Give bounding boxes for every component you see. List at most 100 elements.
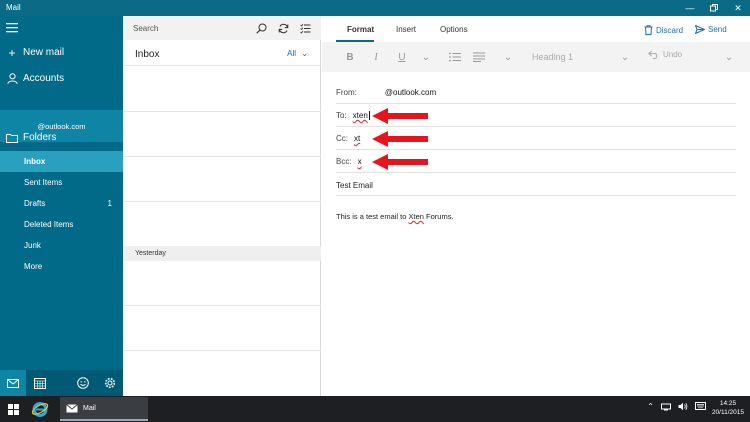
smiley-icon xyxy=(77,377,89,389)
body-misspelled-word: Xten xyxy=(408,212,424,221)
folder-label: Junk xyxy=(24,241,41,250)
sidebar-bottom-bar xyxy=(0,370,123,396)
body-text-end: Forums. xyxy=(423,212,454,221)
trash-icon xyxy=(644,25,653,35)
volume-icon[interactable] xyxy=(678,402,688,413)
heading-style-label: Heading 1 xyxy=(532,52,574,62)
settings-button[interactable] xyxy=(97,370,123,396)
paragraph-dropdown[interactable]: ⌄ xyxy=(501,50,515,64)
send-label: Send xyxy=(708,25,727,34)
folder-deleted-items[interactable]: Deleted Items xyxy=(0,214,123,235)
internet-explorer-button[interactable] xyxy=(26,396,54,422)
text-format-dropdown[interactable]: ⌄ xyxy=(419,50,433,64)
subject-field[interactable]: Test Email xyxy=(336,176,736,196)
from-label: From: xyxy=(336,88,357,97)
bold-icon: B xyxy=(346,51,354,63)
chevron-down-icon: ⌄ xyxy=(503,51,513,63)
subject-input[interactable]: Test Email xyxy=(336,181,373,190)
bcc-input[interactable]: x xyxy=(358,157,362,166)
underline-button[interactable]: U xyxy=(395,50,409,64)
hamburger-button[interactable] xyxy=(0,18,123,38)
tab-options[interactable]: Options xyxy=(440,25,468,34)
folder-more[interactable]: More xyxy=(0,256,123,277)
folder-icon xyxy=(1,133,23,143)
message-list-pane: Search Inbox All ⌄ Yesterday xyxy=(123,16,321,396)
search-bar[interactable]: Search xyxy=(123,16,321,40)
list-item[interactable] xyxy=(123,66,321,111)
ribbon-tabs: Format Insert Options Discard Send xyxy=(322,16,750,42)
taskbar: Mail ⌃ 14:25 20/11/2015 xyxy=(0,396,750,422)
undo-dropdown[interactable]: ⌄ xyxy=(722,50,736,64)
folder-inbox[interactable]: Inbox xyxy=(0,151,123,172)
paragraph-icon xyxy=(473,52,485,62)
style-dropdown[interactable]: ⌄ xyxy=(618,50,632,64)
undo-button[interactable]: Undo xyxy=(648,50,682,59)
search-input[interactable]: Search xyxy=(133,24,158,33)
hamburger-icon xyxy=(6,23,18,33)
close-button[interactable]: ✕ xyxy=(726,0,750,16)
undo-label: Undo xyxy=(663,50,683,59)
select-mode-button[interactable] xyxy=(297,20,313,36)
annotation-arrow-to xyxy=(372,108,428,124)
accounts-button[interactable]: Accounts xyxy=(0,68,123,89)
sync-button[interactable] xyxy=(275,20,291,36)
paragraph-button[interactable] xyxy=(472,50,486,64)
gear-icon xyxy=(104,377,116,389)
calendar-icon xyxy=(34,377,46,389)
folder-label: Deleted Items xyxy=(24,220,74,229)
list-item[interactable] xyxy=(123,351,321,396)
search-button[interactable] xyxy=(253,20,269,36)
send-icon xyxy=(695,25,705,34)
accounts-label: Accounts xyxy=(23,73,65,84)
folder-junk[interactable]: Junk xyxy=(0,235,123,256)
sync-icon xyxy=(278,23,288,33)
feedback-button[interactable] xyxy=(70,370,96,396)
list-item[interactable] xyxy=(123,306,321,350)
list-item[interactable] xyxy=(123,157,321,201)
list-item[interactable] xyxy=(123,261,321,305)
maximize-button[interactable] xyxy=(702,0,726,16)
annotation-arrow-bcc xyxy=(372,154,428,170)
folder-drafts[interactable]: Drafts 1 xyxy=(0,193,123,214)
taskbar-mail-app[interactable]: Mail xyxy=(60,397,148,421)
keyboard-icon[interactable] xyxy=(695,402,706,413)
minimize-button[interactable]: — xyxy=(678,0,702,16)
from-field[interactable]: From: @outlook.com xyxy=(336,82,736,104)
bold-button[interactable]: B xyxy=(343,50,357,64)
cc-label: Cc: xyxy=(336,134,348,143)
mail-icon xyxy=(66,403,78,412)
folder-sent-items[interactable]: Sent Items xyxy=(0,172,123,193)
list-item[interactable] xyxy=(123,112,321,156)
mail-icon xyxy=(7,378,19,388)
list-item[interactable] xyxy=(123,202,321,246)
filter-dropdown[interactable]: All ⌄ xyxy=(287,49,308,58)
italic-button[interactable]: I xyxy=(369,50,383,64)
text-caret xyxy=(368,111,370,120)
start-button[interactable] xyxy=(0,396,26,422)
discard-button[interactable]: Discard xyxy=(644,25,683,35)
send-button[interactable]: Send xyxy=(695,25,727,34)
folder-label: More xyxy=(24,262,43,271)
new-mail-button[interactable]: + New mail xyxy=(0,42,123,63)
cc-input[interactable]: xt xyxy=(354,134,360,143)
to-label: To: xyxy=(336,111,347,120)
to-input[interactable]: xten xyxy=(353,111,368,120)
chevron-up-icon[interactable]: ⌃ xyxy=(647,402,654,413)
tab-format[interactable]: Format xyxy=(347,25,374,34)
mail-switch-button[interactable] xyxy=(0,370,26,396)
message-body[interactable]: This is a test email to Xten Forums. xyxy=(336,212,454,221)
body-text-start: This is a test email to xyxy=(336,212,409,221)
calendar-switch-button[interactable] xyxy=(27,370,53,396)
clock[interactable]: 14:25 20/11/2015 xyxy=(712,399,744,417)
system-tray: ⌃ xyxy=(647,402,706,413)
heading-style-select[interactable]: Heading 1 xyxy=(530,47,600,67)
internet-explorer-icon xyxy=(31,402,49,417)
bullets-button[interactable] xyxy=(448,50,462,64)
tab-insert[interactable]: Insert xyxy=(396,25,416,34)
bullet-list-icon xyxy=(449,52,461,62)
folders-button[interactable]: Folders xyxy=(0,127,123,148)
search-icon xyxy=(255,23,266,34)
network-icon[interactable] xyxy=(661,402,671,413)
folder-label: Sent Items xyxy=(24,178,63,187)
filter-label: All xyxy=(287,49,297,58)
